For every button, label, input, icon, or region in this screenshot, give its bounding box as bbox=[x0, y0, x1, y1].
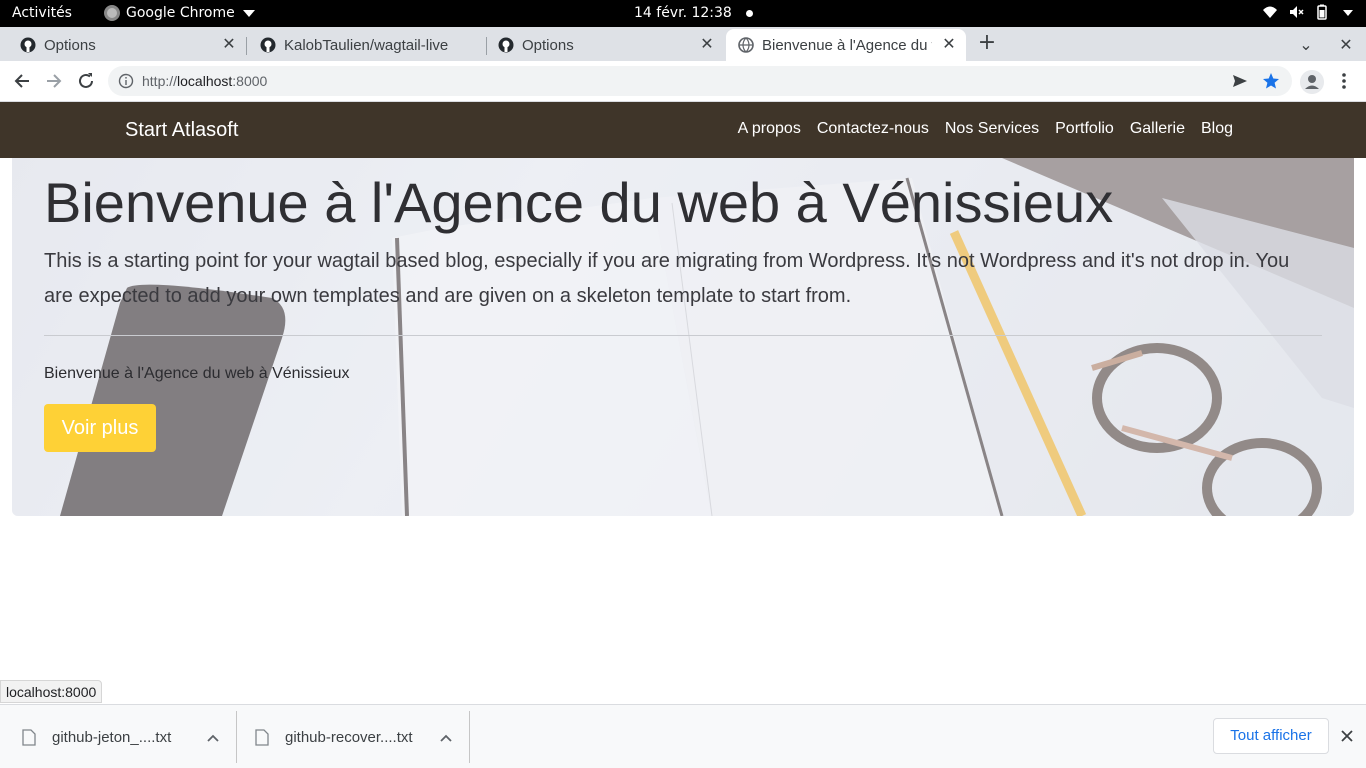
hero-title: Bienvenue à l'Agence du web à Vénissieux bbox=[44, 171, 1114, 234]
download-filename: github-recover....txt bbox=[285, 728, 413, 746]
nav-link-blog[interactable]: Blog bbox=[1201, 120, 1233, 138]
volume-muted-icon bbox=[1290, 6, 1304, 18]
menu-kebab-icon[interactable] bbox=[1336, 71, 1352, 91]
nav-link-portfolio[interactable]: Portfolio bbox=[1055, 120, 1114, 138]
notification-dot-icon bbox=[746, 10, 753, 17]
tab-title: Options bbox=[44, 36, 96, 54]
chevron-up-icon[interactable] bbox=[440, 734, 452, 742]
app-menu-label: Google Chrome bbox=[126, 5, 235, 21]
tab-options-2[interactable]: Options ✕ bbox=[478, 29, 724, 61]
chevron-up-icon[interactable] bbox=[207, 734, 219, 742]
hero-divider bbox=[44, 335, 1322, 336]
system-tray[interactable] bbox=[1262, 4, 1356, 20]
chrome-icon bbox=[104, 5, 120, 21]
tab-close-icon[interactable]: ✕ bbox=[698, 36, 716, 54]
bookmark-star-icon[interactable] bbox=[1262, 72, 1280, 90]
url-text: http://localhost:8000 bbox=[142, 73, 268, 89]
site-brand-link[interactable]: Start Atlasoft bbox=[125, 119, 238, 142]
nav-link-gallerie[interactable]: Gallerie bbox=[1130, 120, 1185, 138]
voir-plus-button[interactable]: Voir plus bbox=[44, 404, 156, 452]
activities-button[interactable]: Activités bbox=[12, 5, 72, 21]
download-item[interactable]: github-recover....txt bbox=[255, 713, 413, 761]
file-icon bbox=[22, 728, 36, 746]
hero-lead-text: This is a starting point for your wagtai… bbox=[44, 250, 1290, 307]
system-menu-caret-icon bbox=[1343, 10, 1353, 16]
site-nav-links: A propos Contactez-nous Nos Services Por… bbox=[738, 120, 1233, 138]
reload-icon[interactable] bbox=[75, 70, 97, 92]
system-top-bar: Activités Google Chrome 14 févr. 12:38 bbox=[0, 0, 1366, 27]
back-arrow-icon[interactable] bbox=[11, 70, 33, 92]
forward-arrow-icon[interactable] bbox=[43, 70, 65, 92]
download-shelf: github-jeton_....txt github-recover....t… bbox=[0, 704, 1366, 768]
nav-link-contact[interactable]: Contactez-nous bbox=[817, 120, 929, 138]
nav-link-services[interactable]: Nos Services bbox=[945, 120, 1039, 138]
browser-toolbar: http://localhost:8000 bbox=[0, 61, 1366, 102]
github-icon bbox=[20, 37, 36, 53]
tab-options-1[interactable]: Options ✕ bbox=[0, 29, 246, 61]
window-close-icon[interactable]: ✕ bbox=[1326, 35, 1366, 54]
new-tab-button[interactable]: + bbox=[976, 32, 998, 55]
download-item[interactable]: github-jeton_....txt bbox=[22, 713, 171, 761]
shelf-divider bbox=[236, 711, 237, 763]
status-bubble: localhost:8000 bbox=[0, 680, 103, 703]
send-to-device-icon[interactable] bbox=[1232, 73, 1248, 89]
github-icon bbox=[260, 37, 276, 53]
tab-close-icon[interactable]: ✕ bbox=[940, 36, 958, 54]
info-icon[interactable] bbox=[118, 73, 134, 89]
download-filename: github-jeton_....txt bbox=[52, 728, 172, 746]
tab-search-chevron-icon[interactable]: ⌄ bbox=[1286, 35, 1326, 54]
globe-icon bbox=[738, 37, 754, 53]
tab-bienvenue[interactable]: Bienvenue à l'Agence du w ✕ bbox=[726, 29, 966, 61]
wifi-icon bbox=[1263, 6, 1277, 18]
hero-subtitle: Bienvenue à l'Agence du web à Vénissieux bbox=[44, 365, 350, 382]
app-menu[interactable]: Google Chrome bbox=[104, 5, 255, 21]
battery-icon bbox=[1317, 4, 1327, 20]
show-all-downloads-button[interactable]: Tout afficher bbox=[1213, 718, 1329, 754]
profile-avatar-icon[interactable] bbox=[1300, 70, 1324, 94]
close-icon[interactable] bbox=[1340, 729, 1354, 743]
site-navbar: Start Atlasoft A propos Contactez-nous N… bbox=[0, 102, 1366, 158]
tab-title: KalobTaulien/wagtail-live bbox=[284, 36, 449, 54]
hero-jumbotron: Bienvenue à l'Agence du web à Vénissieux… bbox=[12, 158, 1354, 516]
file-icon bbox=[255, 728, 269, 746]
tab-title: Options bbox=[522, 36, 574, 54]
tab-strip: Options ✕ KalobTaulien/wagtail-live Opti… bbox=[0, 27, 1366, 61]
address-bar[interactable]: http://localhost:8000 bbox=[108, 66, 1292, 96]
github-icon bbox=[498, 37, 514, 53]
tab-title: Bienvenue à l'Agence du w bbox=[762, 36, 932, 54]
tab-close-icon[interactable]: ✕ bbox=[220, 36, 238, 54]
clock[interactable]: 14 févr. 12:38 bbox=[634, 5, 732, 21]
caret-down-icon bbox=[242, 9, 255, 17]
shelf-divider bbox=[469, 711, 470, 763]
nav-link-a-propos[interactable]: A propos bbox=[738, 120, 801, 138]
tab-wagtail-live[interactable]: KalobTaulien/wagtail-live bbox=[240, 29, 486, 61]
